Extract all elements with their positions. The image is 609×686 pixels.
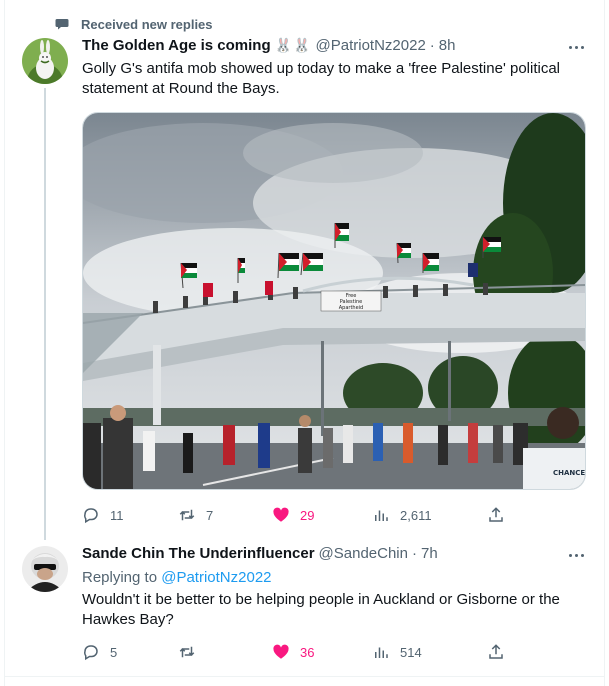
retweet-button[interactable]: 7 (178, 506, 213, 524)
display-name[interactable]: Sande Chin The Underinfluencer (82, 545, 315, 562)
avatar[interactable] (22, 38, 68, 84)
timestamp[interactable]: 7h (421, 545, 438, 562)
views-button[interactable]: 514 (372, 643, 422, 661)
retweet-icon (179, 509, 195, 521)
separator-dot: · (411, 545, 417, 562)
more-options-icon[interactable] (562, 545, 590, 565)
view-count: 2,611 (400, 507, 432, 523)
tweet-header: The Golden Age is coming 🐰🐰 @PatriotNz20… (82, 37, 455, 54)
display-name[interactable]: The Golden Age is coming (82, 37, 271, 54)
view-count: 514 (400, 644, 422, 660)
share-button[interactable] (487, 643, 515, 661)
heart-icon (273, 507, 289, 522)
views-button[interactable]: 2,611 (372, 506, 432, 524)
share-icon (489, 507, 503, 522)
received-new-replies[interactable]: Received new replies (55, 14, 213, 34)
tweet-divider (4, 676, 605, 677)
like-button[interactable]: 29 (272, 506, 314, 524)
reply-icon (84, 508, 98, 524)
tweet-text: Wouldn't it be better to be helping peop… (82, 591, 560, 628)
like-count: 29 (300, 507, 315, 523)
banner-text-line3: Apartheid (339, 305, 363, 311)
reply-button[interactable]: 11 (82, 506, 124, 524)
tweet-header: Sande Chin The Underinfluencer @SandeChi… (82, 545, 438, 562)
speech-bubble-icon (55, 17, 69, 31)
user-handle[interactable]: @SandeChin (319, 545, 408, 562)
user-handle[interactable]: @PatriotNz2022 (316, 37, 426, 54)
retweet-count: 7 (206, 507, 214, 523)
rabbit-emoji-badge: 🐰🐰 (274, 37, 312, 53)
like-button[interactable]: 36 (272, 643, 314, 661)
like-count: 36 (300, 644, 315, 660)
more-options-icon[interactable] (562, 37, 590, 57)
views-chart-icon (375, 647, 388, 658)
share-icon (489, 644, 503, 659)
reply-count: 11 (110, 507, 124, 523)
reply-button[interactable]: 5 (82, 643, 117, 661)
views-chart-icon (375, 510, 388, 521)
received-new-replies-label: Received new replies (81, 16, 213, 32)
reply-count: 5 (110, 644, 118, 660)
reply-icon (84, 645, 98, 661)
tweet-actions: 11 7 29 2,611 (82, 505, 512, 525)
thread-connector-line (44, 88, 46, 540)
tweet-photo[interactable]: Free Palestine Apartheid CHANCE (82, 112, 586, 490)
timestamp[interactable]: 8h (439, 37, 456, 54)
separator-dot: · (429, 37, 435, 54)
replying-to-handle-link[interactable]: @PatriotNz2022 (161, 569, 271, 586)
replying-to-label: Replying to (82, 569, 158, 586)
replying-to: Replying to @PatriotNz2022 (82, 569, 272, 586)
tweet-text: Golly G's antifa mob showed up today to … (82, 60, 561, 97)
heart-icon (273, 644, 289, 659)
retweet-icon (179, 646, 195, 658)
tweet-actions: 5 36 514 (82, 642, 512, 662)
avatar[interactable] (22, 546, 68, 592)
shirt-text: CHANCES (553, 469, 586, 477)
share-button[interactable] (487, 506, 515, 524)
retweet-button[interactable] (178, 643, 206, 661)
